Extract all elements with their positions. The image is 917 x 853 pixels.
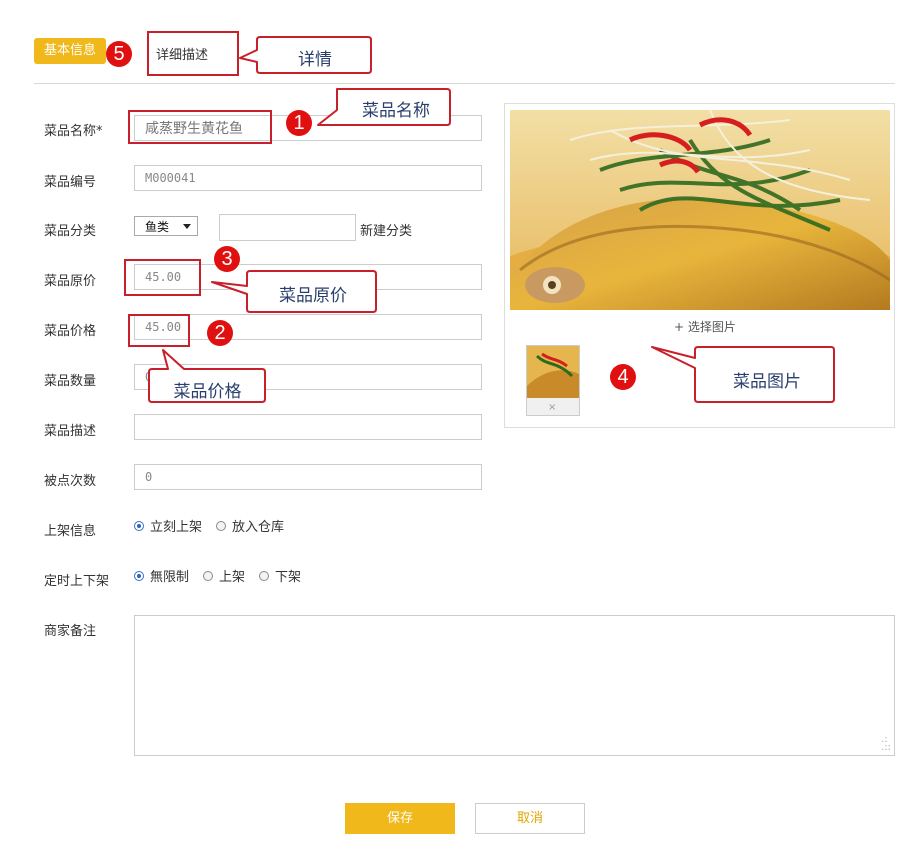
callout-dish-name: 菜品名称 bbox=[362, 101, 430, 121]
highlight-box-orig-price bbox=[124, 259, 201, 296]
callout-orig-price: 菜品原价 bbox=[279, 286, 347, 306]
annotation-number-4: 4 bbox=[610, 364, 636, 390]
callout-price: 菜品价格 bbox=[173, 382, 242, 402]
highlight-box-name bbox=[128, 110, 272, 144]
highlight-box-price bbox=[128, 314, 190, 347]
annotation-number-2: 2 bbox=[207, 320, 233, 346]
annotation-number-3: 3 bbox=[214, 246, 240, 272]
annotation-number-5: 5 bbox=[106, 41, 132, 67]
annotation-number-1: 1 bbox=[286, 110, 312, 136]
highlight-box-detail bbox=[147, 31, 239, 76]
callout-detail: 详情 bbox=[298, 50, 332, 70]
callout-dish-image: 菜品图片 bbox=[733, 372, 801, 392]
